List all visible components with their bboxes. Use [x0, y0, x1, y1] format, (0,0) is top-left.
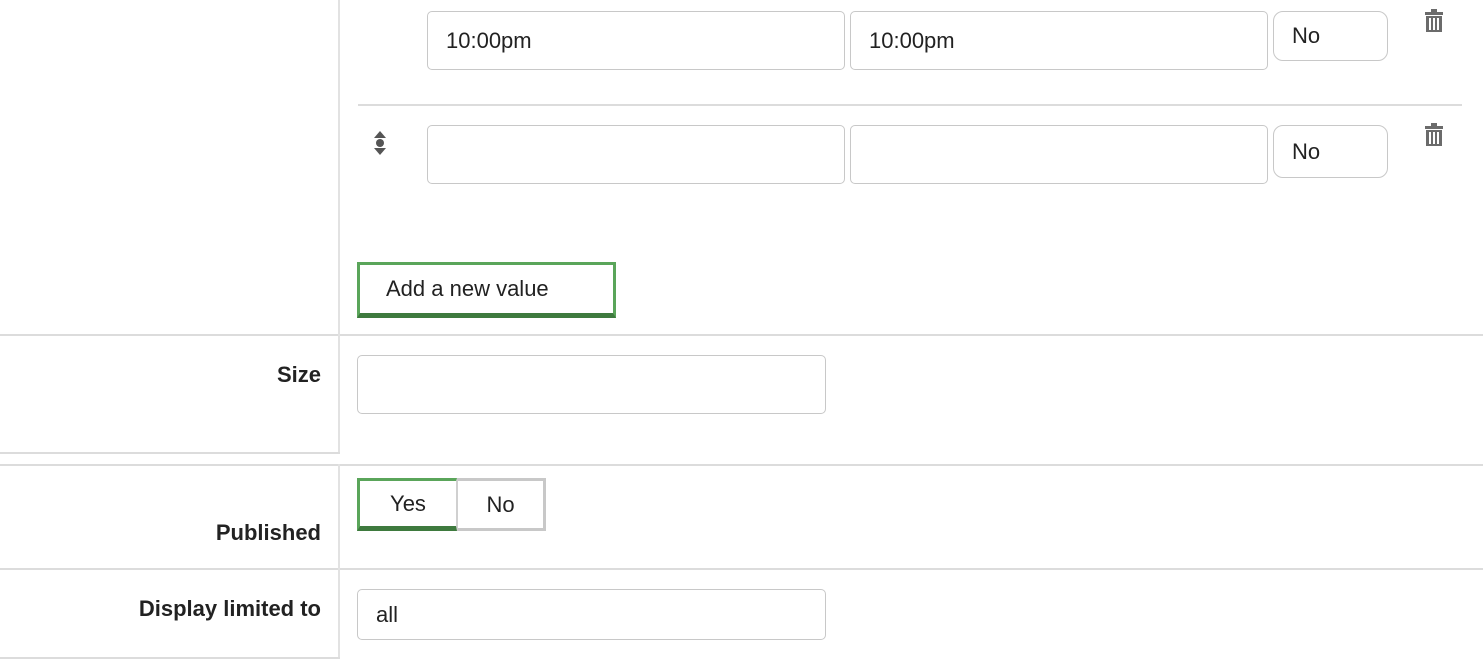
drag-handle-icon[interactable]	[373, 130, 387, 156]
end-time-input-1[interactable]: 10:00pm	[850, 11, 1268, 70]
label-column-divider-top	[338, 0, 340, 336]
section-divider-2	[0, 452, 340, 454]
published-yes-button[interactable]: Yes	[357, 478, 457, 531]
section-divider-4	[0, 568, 1483, 570]
size-label: Size	[276, 362, 321, 387]
label-column-divider-published	[338, 464, 340, 569]
trash-icon[interactable]	[1424, 122, 1444, 148]
option-select-2[interactable]: No	[1273, 125, 1388, 178]
add-new-value-button[interactable]: Add a new value	[357, 262, 616, 318]
end-time-input-2[interactable]	[850, 125, 1268, 184]
label-column-divider-display	[338, 568, 340, 659]
start-time-input-2[interactable]	[427, 125, 845, 184]
start-time-input-1[interactable]: 10:00pm	[427, 11, 845, 70]
published-label: Published	[215, 520, 321, 545]
display-limited-input[interactable]: all	[357, 589, 826, 640]
section-divider-3	[0, 464, 1483, 466]
size-input[interactable]	[357, 355, 826, 414]
trash-icon[interactable]	[1424, 8, 1444, 34]
published-no-button[interactable]: No	[457, 478, 546, 531]
option-select-1[interactable]: No	[1273, 11, 1388, 61]
section-divider-1	[0, 334, 1483, 336]
display-limited-label: Display limited to	[138, 596, 321, 621]
label-column-divider-size	[338, 334, 340, 454]
row-divider-1	[358, 104, 1462, 106]
